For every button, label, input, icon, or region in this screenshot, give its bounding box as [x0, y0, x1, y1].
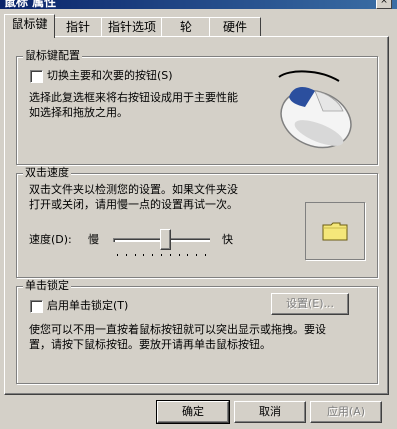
- cancel-button[interactable]: 取消: [234, 401, 306, 423]
- switch-buttons-label[interactable]: 切换主要和次要的按钮(S): [47, 68, 173, 83]
- apply-button[interactable]: 应用(A): [310, 401, 382, 423]
- slider-tick: [152, 254, 154, 256]
- folder-icon: [322, 222, 348, 241]
- title-bar: 鼠标 属性 ×: [0, 0, 397, 9]
- speed-slider-thumb[interactable]: [159, 229, 171, 250]
- slider-tick: [196, 254, 198, 256]
- slider-tick: [117, 254, 118, 256]
- tab-hardware[interactable]: 硬件: [209, 17, 261, 37]
- tab-mouse-buttons[interactable]: 鼠标键: [4, 14, 55, 38]
- double-click-test-area[interactable]: [305, 202, 365, 260]
- close-button[interactable]: ×: [376, 0, 392, 9]
- window-title: 鼠标 属性: [4, 0, 57, 9]
- slider-tick: [125, 254, 127, 256]
- double-click-description-2: 打开或关闭，请用慢一点的设置再试一次。: [29, 198, 238, 211]
- click-lock-description-1: 使您可以不用一直按着鼠标按钮就可以突出显示或拖拽。要设: [29, 323, 326, 336]
- double-click-group: 双击速度 双击文件夹以检测您的设置。如果文件夹没 打开或关闭，请用慢一点的设置再…: [16, 166, 378, 278]
- tab-pointer-options[interactable]: 指针选项: [101, 17, 163, 37]
- button-config-description-1: 选择此复选框来将右按钮设成用于主要性能: [29, 91, 238, 104]
- click-lock-group: 单击锁定 启用单击锁定(T) 设置(E)... 使您可以不用一直按着鼠标按钮就可…: [16, 279, 378, 384]
- button-config-description-2: 如选择和拖放之用。: [29, 106, 128, 119]
- click-lock-label[interactable]: 启用单击锁定(T): [47, 298, 128, 313]
- click-lock-checkbox[interactable]: [30, 300, 43, 313]
- slider-tick: [187, 254, 189, 256]
- slider-tick: [143, 254, 145, 256]
- tab-panel: 鼠标键配置 切换主要和次要的按钮(S) 选择此复选框来将右按钮设成用于主要性能 …: [4, 36, 389, 395]
- slider-tick: [169, 254, 171, 256]
- slider-tick: [161, 254, 162, 256]
- click-lock-settings-button[interactable]: 设置(E)...: [271, 293, 349, 315]
- slider-tick: [178, 254, 180, 256]
- ok-button[interactable]: 确定: [156, 400, 230, 424]
- tab-wheel[interactable]: 轮: [161, 17, 211, 37]
- slider-tick: [205, 254, 206, 256]
- double-click-legend: 双击速度: [23, 166, 71, 179]
- click-lock-description-2: 置，请按下鼠标按钮。要放开请再单击鼠标按钮。: [29, 338, 271, 351]
- slider-tick: [134, 254, 136, 256]
- click-lock-legend: 单击锁定: [23, 279, 71, 292]
- speed-label: 速度(D):: [29, 233, 72, 246]
- slow-label: 慢: [88, 233, 99, 246]
- button-config-legend: 鼠标键配置: [23, 49, 82, 62]
- double-click-description-1: 双击文件夹以检测您的设置。如果文件夹没: [29, 183, 238, 196]
- switch-buttons-checkbox[interactable]: [30, 70, 43, 83]
- fast-label: 快: [222, 233, 233, 246]
- button-config-group: 鼠标键配置 切换主要和次要的按钮(S) 选择此复选框来将右按钮设成用于主要性能 …: [16, 49, 378, 165]
- mouse-illustration-icon: [278, 70, 352, 149]
- tab-pointers[interactable]: 指针: [53, 17, 103, 37]
